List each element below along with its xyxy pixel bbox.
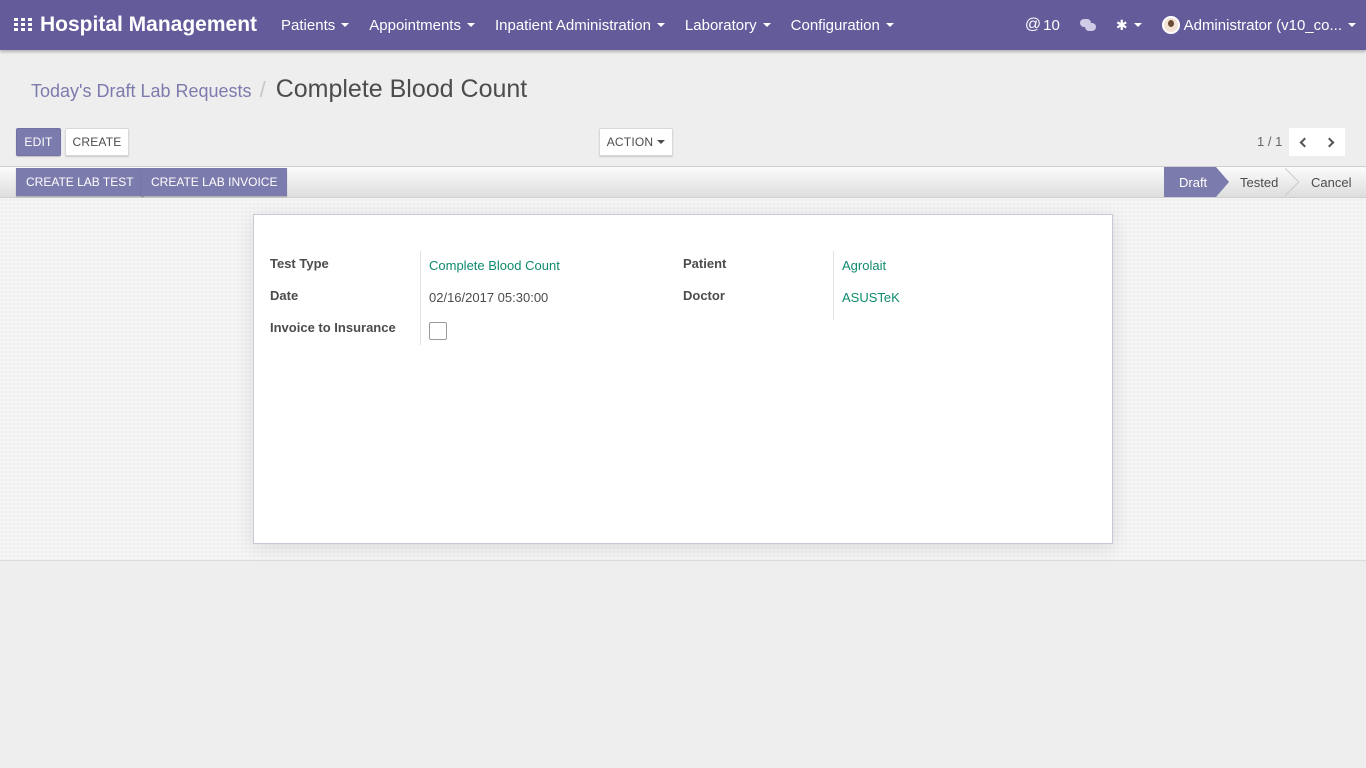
navbar-systray: @ 10 ✱ Administrator (v10_co... bbox=[1015, 0, 1366, 50]
breadcrumb-separator: / bbox=[259, 77, 266, 102]
page-title: Complete Blood Count bbox=[275, 75, 528, 103]
bug-icon: ✱ bbox=[1115, 16, 1128, 33]
test-type-field[interactable]: Complete Blood Count bbox=[429, 258, 560, 273]
messaging-button[interactable] bbox=[1070, 0, 1106, 50]
breadcrumb: Today's Draft Lab Requests / Complete Bl… bbox=[31, 75, 527, 104]
create-button[interactable]: CREATE bbox=[65, 128, 129, 156]
chevron-right-icon bbox=[1324, 137, 1335, 147]
chat-bubbles-icon bbox=[1079, 18, 1096, 32]
patient-label: Patient bbox=[683, 256, 727, 271]
caret-down-icon bbox=[657, 140, 666, 144]
menu-patients-label: Patients bbox=[281, 16, 336, 34]
action-dropdown[interactable]: ACTION bbox=[599, 128, 673, 156]
caret-down-icon bbox=[885, 23, 894, 27]
caret-down-icon bbox=[762, 23, 771, 27]
menu-laboratory[interactable]: Laboratory bbox=[675, 0, 781, 50]
menu-inpatient-administration[interactable]: Inpatient Administration bbox=[485, 0, 675, 50]
doctor-label: Doctor bbox=[683, 288, 725, 303]
top-navbar: Hospital Management Patients Appointment… bbox=[0, 0, 1366, 50]
column-divider bbox=[420, 251, 421, 345]
stage-cancel[interactable]: Cancel bbox=[1300, 167, 1366, 197]
stage-separator bbox=[1285, 167, 1299, 197]
date-label: Date bbox=[270, 288, 299, 303]
chevron-left-icon bbox=[1299, 137, 1310, 147]
stage-draft-arrow bbox=[1216, 167, 1229, 197]
date-field[interactable]: 02/16/2017 05:30:00 bbox=[429, 290, 548, 305]
avatar bbox=[1161, 16, 1180, 34]
caret-down-icon bbox=[656, 23, 665, 27]
breadcrumb-parent-link[interactable]: Today's Draft Lab Requests bbox=[31, 81, 252, 102]
user-name: Administrator (v10_co... bbox=[1183, 16, 1342, 34]
form-sheet: Test Type Complete Blood Count Date 02/1… bbox=[253, 214, 1113, 544]
invoice-to-insurance-checkbox[interactable] bbox=[429, 322, 447, 340]
create-lab-invoice-button[interactable]: CREATE LAB INVOICE bbox=[141, 168, 288, 196]
app-brand[interactable]: Hospital Management bbox=[40, 13, 257, 37]
patient-field[interactable]: Agrolait bbox=[842, 258, 886, 273]
mentions-count: 10 bbox=[1043, 16, 1060, 34]
stage-draft[interactable]: Draft bbox=[1164, 167, 1216, 197]
column-divider bbox=[833, 251, 834, 320]
pager-value[interactable]: 1 / 1 bbox=[1257, 134, 1282, 149]
mentions-button[interactable]: @ 10 bbox=[1015, 0, 1070, 50]
form-statusbar: CREATE LAB TEST CREATE LAB INVOICE Draft… bbox=[0, 166, 1366, 198]
edit-button[interactable]: EDIT bbox=[16, 128, 61, 156]
apps-grid-icon[interactable] bbox=[14, 18, 32, 32]
menu-configuration-label: Configuration bbox=[790, 16, 880, 34]
user-menu[interactable]: Administrator (v10_co... bbox=[1152, 0, 1366, 50]
doctor-field[interactable]: ASUSTeK bbox=[842, 290, 900, 305]
caret-down-icon bbox=[341, 23, 350, 27]
pager-next-button[interactable] bbox=[1317, 128, 1345, 156]
stage-tested[interactable]: Tested bbox=[1229, 167, 1285, 197]
at-sign-icon: @ bbox=[1024, 16, 1042, 33]
debug-menu-button[interactable]: ✱ bbox=[1106, 0, 1152, 50]
menu-configuration[interactable]: Configuration bbox=[781, 0, 904, 50]
menu-laboratory-label: Laboratory bbox=[684, 16, 757, 34]
create-lab-test-button[interactable]: CREATE LAB TEST bbox=[16, 168, 144, 196]
menu-inpatient-label: Inpatient Administration bbox=[494, 16, 651, 34]
menu-appointments-label: Appointments bbox=[369, 16, 461, 34]
menu-appointments[interactable]: Appointments bbox=[359, 0, 485, 50]
main-menu: Patients Appointments Inpatient Administ… bbox=[271, 0, 904, 50]
caret-down-icon bbox=[1133, 23, 1142, 27]
test-type-label: Test Type bbox=[270, 256, 329, 271]
invoice-to-insurance-label: Invoice to Insurance bbox=[270, 320, 396, 335]
pager-previous-button[interactable] bbox=[1289, 128, 1317, 156]
menu-patients[interactable]: Patients bbox=[271, 0, 359, 50]
caret-down-icon bbox=[466, 23, 475, 27]
action-label: ACTION bbox=[606, 135, 654, 149]
caret-down-icon bbox=[1348, 23, 1356, 27]
